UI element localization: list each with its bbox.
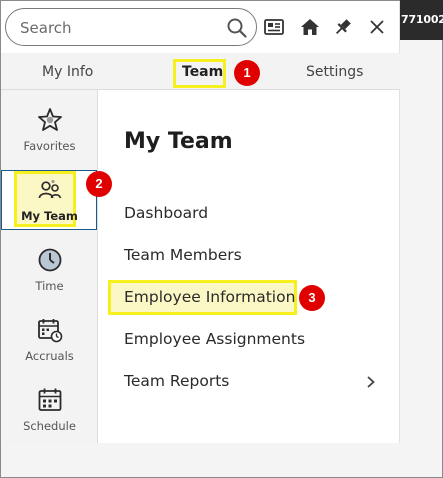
chevron-right-icon[interactable] xyxy=(365,375,377,389)
rail-label-time: Time xyxy=(35,279,64,293)
highlight-box-team xyxy=(173,59,226,88)
rail-item-schedule[interactable]: Schedule xyxy=(1,387,98,433)
rail-label-my-team: My Team xyxy=(21,209,78,223)
menu-item-employee-assignments[interactable]: Employee Assignments xyxy=(124,330,305,348)
close-icon[interactable] xyxy=(367,17,387,37)
menu-item-dashboard[interactable]: Dashboard xyxy=(124,204,208,222)
search-icon[interactable] xyxy=(226,17,248,39)
step-badge-2: 2 xyxy=(86,171,112,197)
menu-item-team-reports[interactable]: Team Reports xyxy=(124,372,229,390)
search-input[interactable] xyxy=(20,17,210,39)
navigation-panel: My Info Team Settings 1 Favorites Time xyxy=(1,1,400,443)
step-badge-3: 3 xyxy=(299,285,325,311)
star-icon xyxy=(37,108,62,131)
home-icon[interactable] xyxy=(300,17,320,37)
calendar-clock-icon xyxy=(37,319,62,343)
rail-label-favorites: Favorites xyxy=(23,139,76,153)
team-icon xyxy=(38,179,61,199)
search-box[interactable] xyxy=(5,8,257,46)
menu-item-employee-information[interactable]: Employee Information xyxy=(124,288,295,306)
tab-my-info[interactable]: My Info xyxy=(42,64,93,80)
background-area xyxy=(400,40,442,443)
rail-label-schedule: Schedule xyxy=(23,419,76,433)
step-badge-1: 1 xyxy=(234,60,260,86)
rail-item-my-team-content[interactable]: My Team xyxy=(1,177,98,223)
background-area-bottom xyxy=(1,443,442,477)
rail-item-time[interactable]: Time xyxy=(1,247,98,293)
calendar-icon xyxy=(38,388,61,411)
background-window-id: 771002 xyxy=(400,0,443,40)
view-icon[interactable] xyxy=(264,17,284,37)
rail-item-accruals[interactable]: Accruals xyxy=(1,317,98,363)
clock-icon xyxy=(38,248,61,272)
menu-item-team-members[interactable]: Team Members xyxy=(124,246,242,264)
page-title: My Team xyxy=(124,129,233,154)
rail-item-favorites[interactable]: Favorites xyxy=(1,107,98,153)
tab-settings[interactable]: Settings xyxy=(306,64,363,80)
pin-icon[interactable] xyxy=(333,17,353,37)
rail-label-accruals: Accruals xyxy=(25,349,74,363)
side-rail: Favorites Time Accruals Schedule xyxy=(1,90,98,443)
